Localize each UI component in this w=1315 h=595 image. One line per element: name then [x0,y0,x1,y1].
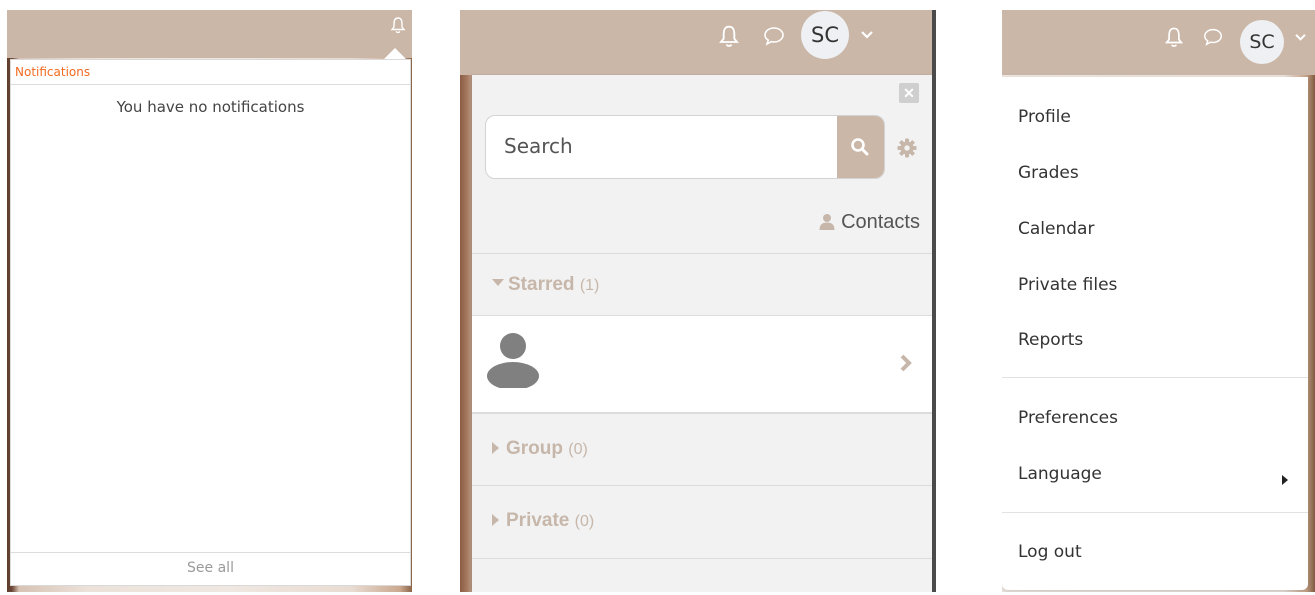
chat-icon[interactable] [1202,26,1224,48]
user-icon [819,214,835,230]
contacts-label: Contacts [841,211,920,233]
section-group[interactable]: Group (0) [472,413,932,485]
section-starred-label: Starred [508,274,575,295]
menu-item-grades[interactable]: Grades [1018,163,1079,183]
user-menu-panel: SC Profile Grades Calendar Private files… [1002,10,1315,592]
section-group-title: Group (0) [492,438,588,460]
section-private[interactable]: Private (0) [472,485,932,559]
menu-item-private-files[interactable]: Private files [1018,275,1117,295]
menu-divider [1002,377,1308,378]
messages-drawer: ✕ Search Contacts Starred (1) Group (0) … [472,75,932,592]
menu-item-log-out[interactable]: Log out [1018,542,1082,562]
section-starred[interactable]: Starred (1) [472,253,932,315]
caret-down-icon [492,279,504,286]
notifications-header: Notifications [11,60,410,85]
contacts-link[interactable]: Contacts [819,211,920,234]
navbar: SC [460,10,932,75]
user-dropdown-menu: Profile Grades Calendar Private files Re… [1002,77,1308,590]
chat-icon[interactable] [762,24,786,48]
chevron-down-icon[interactable] [860,30,874,40]
section-group-count: (0) [568,441,588,458]
chevron-right-icon [900,354,912,372]
caret-right-icon [492,514,499,526]
notifications-panel: Notifications You have no notifications … [7,10,412,592]
submenu-arrow-icon [1282,475,1288,485]
section-private-label: Private [506,510,570,531]
section-private-count: (0) [574,513,595,530]
navbar [7,10,412,59]
section-starred-count: (1) [579,277,600,294]
messages-panel: SC ✕ Search Contacts Starred (1) Group (… [460,10,936,592]
notifications-popover: Notifications You have no notifications … [10,59,411,586]
empty-notifications-message: You have no notifications [116,98,305,116]
section-group-label: Group [506,438,563,459]
section-private-title: Private (0) [492,510,594,532]
search-field[interactable]: Search [485,115,885,179]
popover-caret [384,48,406,59]
search-icon [851,138,869,156]
search-button[interactable] [837,116,884,178]
caret-right-icon [492,442,499,454]
bell-icon[interactable] [390,16,406,34]
chevron-down-icon[interactable] [1294,33,1307,42]
menu-item-profile[interactable]: Profile [1018,107,1071,127]
contact-item[interactable] [472,315,932,413]
section-starred-title: Starred (1) [492,274,599,296]
bell-icon[interactable] [1164,26,1184,48]
menu-divider [1002,512,1308,513]
navbar: SC [1002,10,1315,75]
close-icon: ✕ [903,85,915,101]
drawer-edge [932,10,936,592]
menu-item-reports[interactable]: Reports [1018,330,1083,350]
menu-item-preferences[interactable]: Preferences [1018,408,1118,428]
menu-item-calendar[interactable]: Calendar [1018,219,1094,239]
close-button[interactable]: ✕ [899,83,919,103]
gear-icon[interactable] [896,137,918,159]
search-input[interactable]: Search [504,134,834,158]
avatar-placeholder-icon [487,333,539,388]
see-all-link[interactable]: See all [11,552,410,585]
bell-icon[interactable] [718,24,740,48]
avatar[interactable]: SC [1240,20,1284,64]
avatar[interactable]: SC [801,11,849,59]
menu-item-language[interactable]: Language [1018,464,1102,484]
